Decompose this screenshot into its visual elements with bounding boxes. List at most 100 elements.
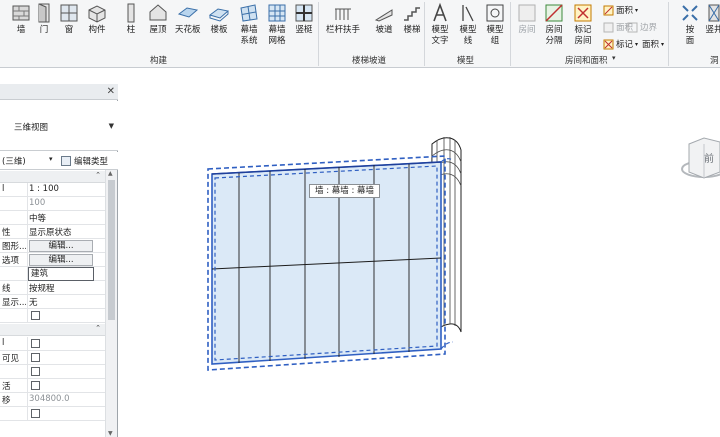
- chevron-down-icon[interactable]: ▼: [109, 122, 114, 130]
- area-icon: [603, 5, 614, 16]
- model-text-label-line2: 文字: [431, 36, 449, 46]
- floor-button[interactable]: 楼板: [208, 2, 230, 36]
- area-button[interactable]: 面积 ▾: [603, 4, 638, 16]
- model-group-label-line2: 组: [490, 36, 500, 46]
- model-text-button[interactable]: 模型 文字: [429, 2, 451, 47]
- property-row[interactable]: 线 按规程: [0, 281, 105, 295]
- curtain-system-button[interactable]: 幕墙 系统: [238, 2, 260, 47]
- group-title-dropdown[interactable]: ▾: [612, 54, 616, 62]
- column-divider: [27, 225, 28, 239]
- room-separator-button[interactable]: 房间 分隔: [543, 2, 565, 47]
- shaft-label: 竖井: [705, 25, 720, 35]
- model-line-label: 模型: [459, 25, 477, 35]
- 3d-view-canvas[interactable]: 墙 : 幕墙 : 幕墙 前: [119, 84, 720, 437]
- model-text-icon: [429, 2, 451, 24]
- property-key: 活: [2, 382, 11, 392]
- stair-button[interactable]: 楼梯: [401, 2, 423, 36]
- viewcube-face-label[interactable]: 前: [704, 150, 714, 165]
- tag-area-label: 标记: [616, 40, 634, 50]
- property-row[interactable]: 100: [0, 197, 105, 211]
- scrollbar-thumb[interactable]: [108, 180, 115, 320]
- edit-button[interactable]: 编辑...: [29, 240, 93, 252]
- component-button[interactable]: 构件: [86, 2, 108, 36]
- door-label: 门: [39, 25, 49, 35]
- property-row[interactable]: 图形... 编辑...: [0, 239, 105, 253]
- ramp-icon: [373, 2, 395, 24]
- property-input[interactable]: 建筑: [28, 267, 94, 281]
- roof-button[interactable]: 屋顶: [147, 2, 169, 36]
- property-row[interactable]: 建筑: [0, 267, 105, 281]
- group-title-opening: 洞: [710, 56, 719, 66]
- railing-button[interactable]: 栏杆扶手: [326, 2, 360, 36]
- tag-room-label: 标记: [574, 25, 592, 35]
- window-icon: [58, 2, 80, 24]
- tag-area-button[interactable]: 标记 ▾ 面积 ▾: [603, 38, 664, 50]
- property-row[interactable]: 可见: [0, 351, 105, 365]
- room-label: 房间: [518, 25, 536, 35]
- room-separator-icon: [543, 2, 565, 24]
- viewcube[interactable]: [681, 137, 720, 179]
- property-key: 可见: [2, 354, 20, 364]
- curtain-grid-button[interactable]: 幕墙 网格: [266, 2, 288, 47]
- property-row[interactable]: l 1 : 100: [0, 183, 105, 197]
- door-button[interactable]: 门: [33, 2, 55, 36]
- model-group-label: 模型: [486, 25, 504, 35]
- property-checkbox[interactable]: [31, 311, 40, 320]
- edit-type-icon: [61, 156, 71, 166]
- property-row[interactable]: 性 显示原状态: [0, 225, 105, 239]
- collapse-icon[interactable]: ⌃: [95, 171, 101, 179]
- model-line-label-line2: 线: [463, 36, 473, 46]
- by-face-button[interactable]: 按面: [679, 2, 701, 47]
- property-row[interactable]: 显示... 无: [0, 295, 105, 309]
- instance-filter[interactable]: (三维): [2, 155, 26, 167]
- column-label: 柱: [126, 25, 136, 35]
- collapse-icon[interactable]: ⌃: [95, 324, 101, 332]
- railing-icon: [332, 2, 354, 24]
- mullion-button[interactable]: 竖梃: [293, 2, 315, 36]
- property-value: 按规程: [29, 284, 55, 294]
- type-selector[interactable]: 三维视图 ▼: [0, 101, 118, 151]
- property-row[interactable]: 选项 编辑...: [0, 253, 105, 267]
- property-section-header[interactable]: ⌃: [0, 324, 105, 336]
- scroll-down-icon[interactable]: ▼: [108, 430, 113, 437]
- property-checkbox[interactable]: [31, 381, 40, 390]
- shaft-button[interactable]: 竖井: [703, 2, 720, 36]
- ramp-button[interactable]: 坡道: [373, 2, 395, 36]
- property-row[interactable]: [0, 309, 105, 323]
- type-name: 三维视图: [14, 123, 49, 133]
- property-checkbox[interactable]: [31, 409, 40, 418]
- property-section-header[interactable]: ⌃: [0, 171, 105, 183]
- property-row[interactable]: 中等: [0, 211, 105, 225]
- roof-label: 屋顶: [149, 25, 167, 35]
- ribbon: 墙门窗构件柱屋顶 天花板 楼板 幕墙 系统 幕墙 网格 竖梃 栏杆扶手 坡道 楼梯 模型 文字 模型线模型…: [0, 0, 720, 68]
- tag-area-icon: [603, 39, 614, 50]
- by-face-label-line2: 面: [685, 36, 695, 46]
- area-boundary-button[interactable]: 边界: [627, 21, 657, 33]
- property-checkbox[interactable]: [31, 367, 40, 376]
- tag-room-button[interactable]: 标记 房间: [572, 2, 594, 47]
- scroll-up-icon[interactable]: ▲: [108, 170, 113, 177]
- property-checkbox[interactable]: [31, 353, 40, 362]
- selection-outline: [440, 341, 454, 350]
- property-row[interactable]: 移 304800.0: [0, 393, 105, 407]
- column-icon: [120, 2, 142, 24]
- properties-scrollbar[interactable]: ▲ ▼: [105, 170, 117, 437]
- property-row[interactable]: 活: [0, 379, 105, 393]
- edit-type-button[interactable]: 编辑类型: [61, 155, 108, 167]
- property-row[interactable]: l: [0, 337, 105, 351]
- property-row[interactable]: [0, 365, 105, 379]
- ceiling-button[interactable]: 天花板: [175, 2, 201, 36]
- column-button[interactable]: 柱: [120, 2, 142, 36]
- wall-button[interactable]: 墙: [10, 2, 32, 36]
- curtain-wall-drawing[interactable]: [119, 84, 720, 437]
- room-button[interactable]: 房间: [516, 2, 538, 36]
- property-row[interactable]: [0, 407, 105, 421]
- chevron-down-icon[interactable]: ▾: [49, 155, 53, 163]
- window-button[interactable]: 窗: [58, 2, 80, 36]
- close-icon[interactable]: ✕: [107, 86, 115, 97]
- edit-button[interactable]: 编辑...: [29, 254, 93, 266]
- room-icon: [516, 2, 538, 24]
- model-group-button[interactable]: 模型组: [484, 2, 506, 47]
- model-line-button[interactable]: 模型线: [457, 2, 479, 47]
- property-checkbox[interactable]: [31, 339, 40, 348]
